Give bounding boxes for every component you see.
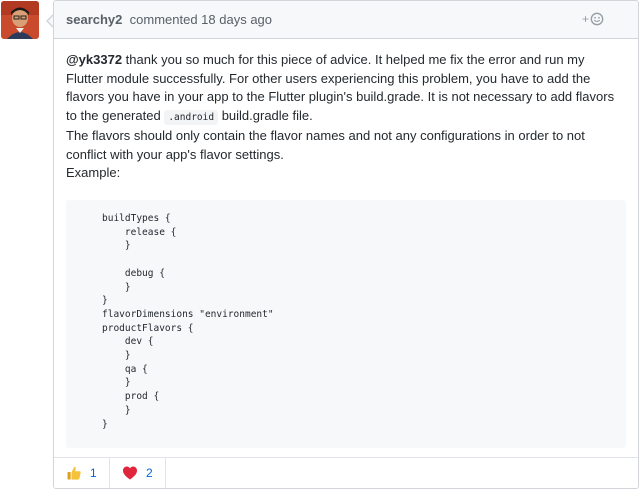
avatar-image: [1, 1, 39, 39]
smiley-icon: [590, 12, 604, 26]
reaction-heart-count: 2: [146, 466, 153, 480]
page: searchy2 commented 18 days ago + @yk3372…: [0, 0, 640, 490]
heart-icon: [123, 466, 137, 480]
reaction-heart[interactable]: 2: [110, 458, 166, 488]
comment-box: searchy2 commented 18 days ago + @yk3372…: [53, 0, 639, 489]
paragraph-1-text-a: thank you so much for this piece of advi…: [66, 52, 615, 123]
comment-paragraph-1: @yk3372 thank you so much for this piece…: [66, 51, 622, 127]
reactions-bar: 1 2: [54, 457, 638, 488]
avatar[interactable]: [1, 1, 39, 39]
comment-meta[interactable]: commented 18 days ago: [126, 12, 272, 27]
plus-icon: +: [581, 12, 589, 26]
comment-body: @yk3372 thank you so much for this piece…: [66, 51, 622, 183]
code-block: buildTypes { release { } debug { } } fla…: [66, 200, 626, 448]
add-reaction-button[interactable]: +: [582, 10, 604, 28]
comment-timestamp[interactable]: commented 18 days ago: [130, 12, 272, 27]
inline-code: .android: [164, 109, 219, 125]
comment-paragraph-2: The flavors should only contain the flav…: [66, 128, 585, 162]
reaction-thumbs-up[interactable]: 1: [54, 458, 110, 488]
thumbs-up-icon: [67, 466, 81, 480]
comment-header: searchy2 commented 18 days ago +: [54, 1, 638, 39]
reaction-thumbs-up-count: 1: [90, 466, 97, 480]
comment-header-line: searchy2 commented 18 days ago: [66, 12, 272, 27]
user-mention-link[interactable]: @yk3372: [66, 52, 122, 67]
comment-author[interactable]: searchy2: [66, 12, 122, 27]
paragraph-1-text-b: build.gradle file.: [218, 107, 313, 123]
example-label: Example:: [66, 165, 121, 180]
